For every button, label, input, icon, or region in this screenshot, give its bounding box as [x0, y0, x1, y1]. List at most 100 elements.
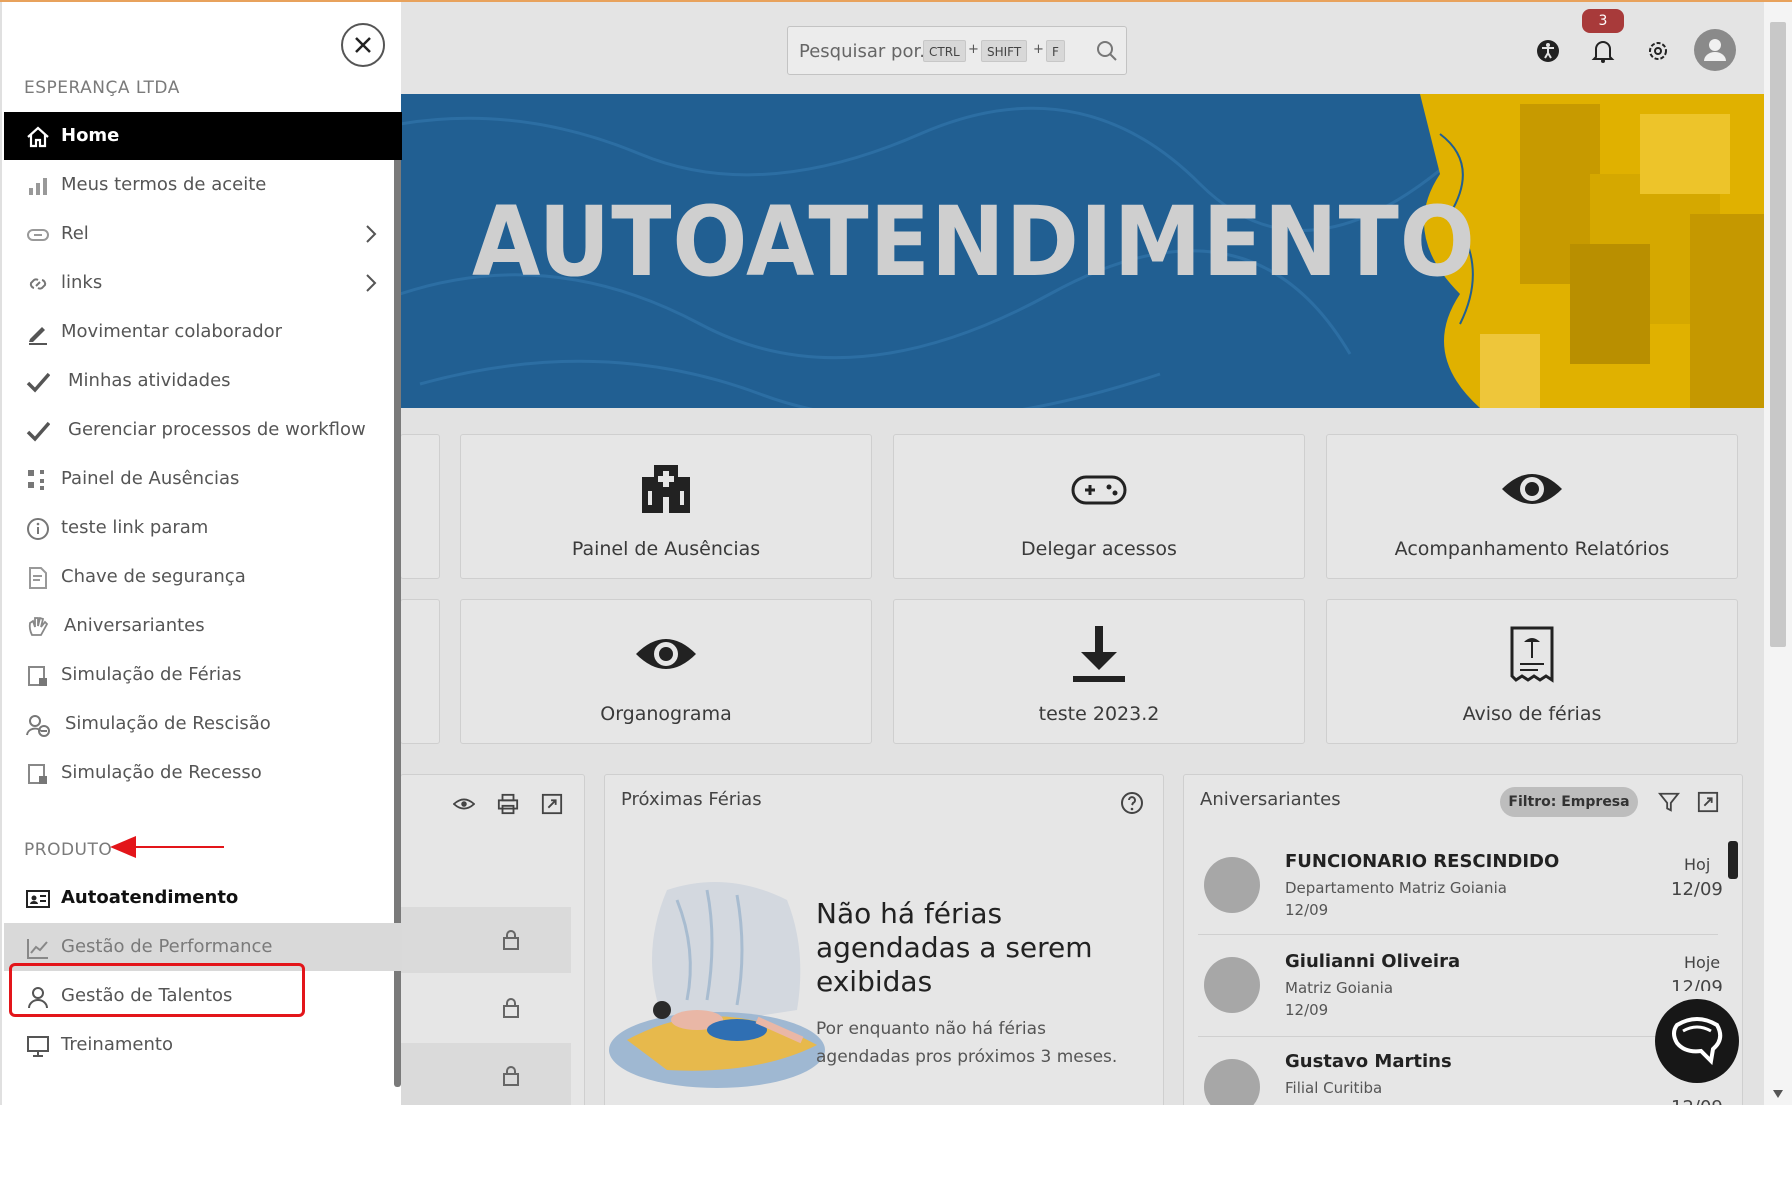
- list-item[interactable]: [401, 975, 571, 1041]
- chat-button[interactable]: [1655, 999, 1739, 1083]
- person-right-date: 12/09: [1671, 977, 1723, 991]
- gear-icon[interactable]: [1645, 38, 1671, 64]
- bell-icon[interactable]: [1590, 38, 1616, 64]
- close-button[interactable]: [341, 23, 385, 67]
- sidebar-item-label: Aniversariantes: [64, 615, 205, 636]
- sidebar-item-workflow[interactable]: Gerenciar processos de workflow: [4, 406, 402, 454]
- help-icon[interactable]: [1120, 791, 1144, 815]
- close-icon: [355, 37, 371, 53]
- search-icon[interactable]: [1095, 39, 1119, 63]
- list-item[interactable]: [401, 1043, 571, 1105]
- person-dept: Filial Curitiba: [1285, 1079, 1383, 1097]
- link-icon: [29, 278, 47, 290]
- shortcut-key-shift: SHIFT: [981, 40, 1028, 62]
- card-partial[interactable]: [400, 599, 440, 744]
- sidebar-product-treinamento[interactable]: Treinamento: [4, 1021, 402, 1069]
- avatar: [1204, 857, 1260, 913]
- vacation-notice-icon: [1510, 626, 1554, 683]
- hospital-icon: [642, 465, 690, 513]
- sidebar-item-links[interactable]: links: [4, 259, 402, 307]
- sidebar-item-chave-seguranca[interactable]: Chave de segurança: [4, 553, 402, 601]
- sidebar-item-label: Simulação de Férias: [61, 664, 242, 685]
- filter-icon[interactable]: [1658, 791, 1680, 813]
- lock-icon: [503, 930, 519, 950]
- lock-icon: [503, 1066, 519, 1086]
- shortcut-key-f: F: [1046, 40, 1065, 62]
- sidebar-item-label: Simulação de Rescisão: [65, 713, 271, 734]
- eye-icon[interactable]: [453, 793, 475, 815]
- notification-badge: 3: [1582, 9, 1624, 33]
- trend-icon: [27, 939, 48, 959]
- person-name: FUNCIONARIO RESCINDIDO: [1285, 851, 1560, 872]
- banner-title: AUTOATENDIMENTO: [472, 186, 1476, 298]
- card-label: Painel de Ausências: [571, 538, 761, 560]
- sidebar-item-termos[interactable]: Meus termos de aceite: [4, 161, 402, 209]
- card-label: teste 2023.2: [1038, 703, 1160, 725]
- calendar-file-icon: [28, 666, 47, 686]
- list-item[interactable]: [401, 907, 571, 973]
- sidebar-item-aniversariantes[interactable]: Aniversariantes: [4, 602, 402, 650]
- list-item[interactable]: Giulianni Oliveira Matriz Goiania 12/09 …: [1198, 935, 1723, 1037]
- page-scrollbar-thumb[interactable]: [1770, 22, 1786, 647]
- search-placeholder: Pesquisar por...: [799, 41, 937, 62]
- chart-icon: [29, 178, 47, 195]
- sidebar-item-painel-ausencias[interactable]: Painel de Ausências: [4, 455, 402, 503]
- expand-icon[interactable]: [1697, 791, 1719, 813]
- accessibility-icon[interactable]: [1535, 38, 1561, 64]
- card-teste-2023-2[interactable]: teste 2023.2: [893, 599, 1305, 744]
- shortcut-key-ctrl: CTRL: [923, 40, 966, 62]
- card-painel-ausencias[interactable]: Painel de Ausências: [460, 434, 872, 579]
- page-scrollbar[interactable]: [1764, 2, 1792, 1105]
- monitor-icon: [27, 1036, 49, 1057]
- beach-illustration: [609, 882, 825, 1088]
- empty-state-text: Por enquanto não há férias agendadas pro…: [816, 1019, 1118, 1067]
- empty-state-title: Não há férias agendadas a serem exibidas: [816, 897, 1093, 998]
- eye-icon: [1502, 474, 1562, 504]
- card-organograma[interactable]: Organograma: [460, 599, 872, 744]
- card-aviso-ferias[interactable]: Aviso de férias: [1326, 599, 1738, 744]
- sidebar-item-label: Meus termos de aceite: [61, 174, 267, 195]
- sidebar-item-label: Gestão de Performance: [61, 936, 273, 957]
- sidebar-item-minhas-atividades[interactable]: Minhas atividades: [4, 357, 402, 405]
- card-acompanhamento-relatorios[interactable]: Acompanhamento Relatórios: [1326, 434, 1738, 579]
- product-section-label: PRODUTO: [24, 840, 113, 860]
- sidebar-item-label: Home: [61, 125, 120, 146]
- chat-icon: [1672, 1017, 1723, 1066]
- panel-title: Próximas Férias: [621, 789, 762, 810]
- sidebar-item-simulacao-recesso[interactable]: Simulação de Recesso: [4, 749, 402, 797]
- card-label: Delegar acessos: [1021, 538, 1177, 560]
- sidebar-item-teste-link[interactable]: teste link param: [4, 504, 402, 552]
- person-right-date: 12/09: [1671, 879, 1723, 900]
- search-input[interactable]: Pesquisar por... CTRL + SHIFT + F: [787, 26, 1127, 75]
- person-date: 12/09: [1285, 901, 1329, 919]
- person-dept: Departamento Matriz Goiania: [1285, 879, 1507, 897]
- print-icon[interactable]: [497, 793, 519, 815]
- user-avatar-icon[interactable]: [1694, 29, 1736, 71]
- sidebar-item-label: Chave de segurança: [61, 566, 246, 587]
- sidebar-product-autoatendimento[interactable]: Autoatendimento: [4, 874, 402, 922]
- list-item[interactable]: FUNCIONARIO RESCINDIDO Departamento Matr…: [1198, 833, 1723, 935]
- eye-icon: [636, 639, 696, 669]
- scroll-down-icon[interactable]: [1773, 1090, 1783, 1098]
- card-partial[interactable]: [400, 434, 440, 579]
- id-card-icon: [26, 890, 50, 908]
- card-delegar-acessos[interactable]: Delegar acessos: [893, 434, 1305, 579]
- gamepad-icon: [1071, 475, 1127, 505]
- list-item[interactable]: Gustavo Martins Filial Curitiba 12/09: [1198, 1037, 1723, 1105]
- person-dept: Matriz Goiania: [1285, 979, 1394, 997]
- sidebar-item-simulacao-rescisao[interactable]: Simulação de Rescisão: [4, 700, 402, 748]
- sidebar-item-label: Gerenciar processos de workflow: [68, 419, 366, 440]
- panel-title: Aniversariantes: [1200, 789, 1341, 810]
- list-scrollbar[interactable]: [1728, 841, 1738, 879]
- expand-icon[interactable]: [541, 793, 563, 815]
- sidebar-item-simulacao-ferias[interactable]: Simulação de Férias: [4, 651, 402, 699]
- sidebar-item-movimentar[interactable]: Movimentar colaborador: [4, 308, 402, 356]
- pen-icon: [29, 327, 47, 345]
- panel-proximas-ferias: Próximas Férias Não há férias agendadas …: [604, 774, 1164, 1105]
- sidebar-item-rel[interactable]: Rel: [4, 210, 402, 258]
- card-label: Aviso de férias: [1462, 703, 1602, 725]
- sidebar-item-home[interactable]: Home: [4, 112, 402, 160]
- check-icon: [26, 372, 50, 393]
- grid-icon: [28, 470, 44, 490]
- filter-chip[interactable]: Filtro: Empresa: [1500, 787, 1638, 817]
